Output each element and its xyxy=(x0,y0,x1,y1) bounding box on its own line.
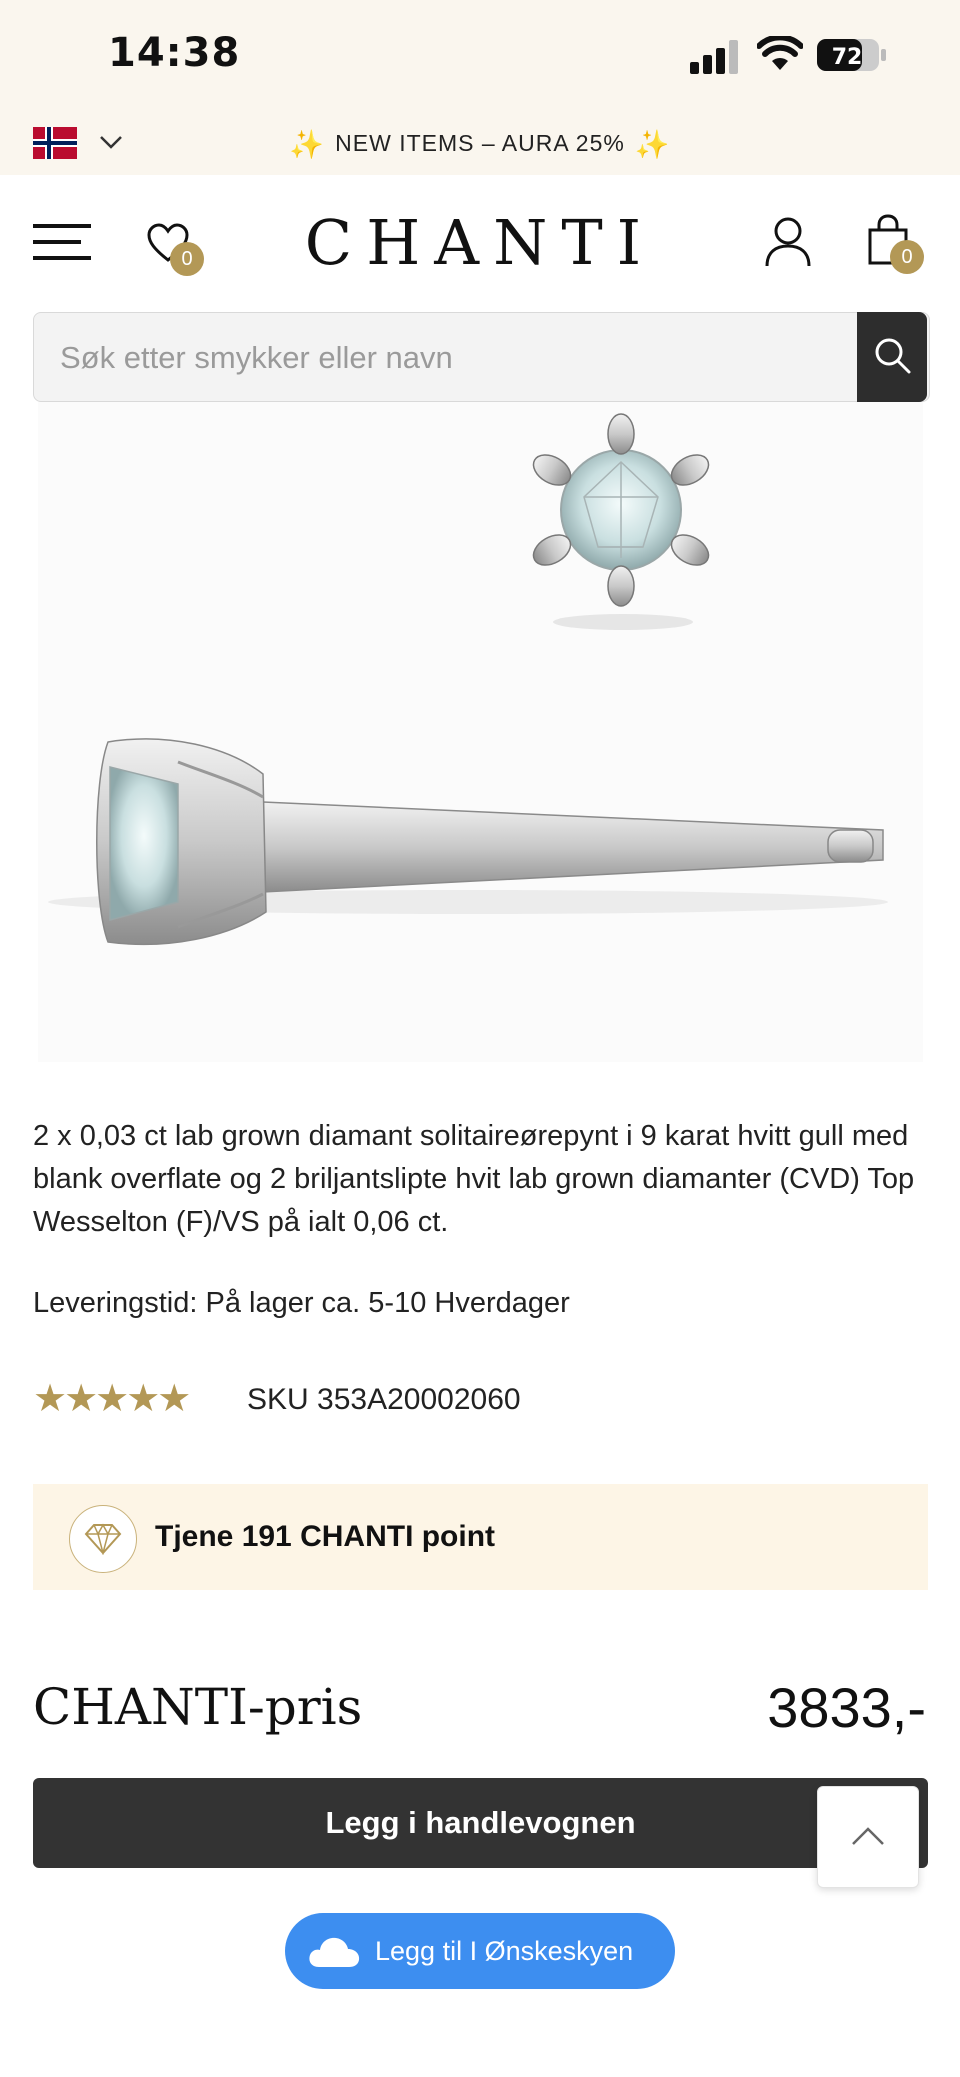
cloud-icon xyxy=(309,1937,360,1967)
promo-banner[interactable]: ✨ NEW ITEMS – AURA 25% ✨ xyxy=(0,128,960,161)
sparkle-icon: ✨ xyxy=(289,129,326,160)
wishlist-cloud-button[interactable]: Legg til I Ønskeskyen xyxy=(285,1913,675,1989)
user-icon[interactable] xyxy=(764,216,812,268)
cart-count-badge: 0 xyxy=(890,240,924,274)
price-value: 3833,- xyxy=(767,1676,926,1739)
search-icon xyxy=(875,338,911,374)
wifi-icon xyxy=(757,36,803,70)
earring-illustration xyxy=(48,413,888,946)
battery-icon: 72 xyxy=(817,39,886,71)
points-text: Tjene 191 CHANTI point xyxy=(155,1520,496,1553)
search-button[interactable] xyxy=(857,312,927,402)
rating-stars[interactable]: ★★★★★ xyxy=(33,1376,191,1421)
product-image[interactable] xyxy=(38,402,923,1062)
search-bar xyxy=(33,312,930,403)
sparkle-icon: ✨ xyxy=(634,129,671,160)
status-bar: 14:38 72 xyxy=(0,0,960,115)
diamond-icon-badge xyxy=(69,1505,137,1573)
status-time: 14:38 xyxy=(108,30,241,76)
price-label: CHANTI-pris xyxy=(33,1678,363,1736)
promo-text: NEW ITEMS – AURA 25% xyxy=(335,130,625,156)
add-to-cart-button[interactable]: Legg i handlevognen xyxy=(33,1778,928,1868)
product-description: 2 x 0,03 ct lab grown diamant solitaireø… xyxy=(33,1120,915,1238)
arrow-up-icon xyxy=(852,1827,884,1845)
battery-level: 72 xyxy=(832,45,863,70)
chanti-logo[interactable]: CHANTI xyxy=(0,206,960,279)
wishlist-cloud-label: Legg til I Ønskeskyen xyxy=(375,1936,634,1966)
scroll-to-top-button[interactable] xyxy=(817,1786,919,1888)
cellular-signal-icon xyxy=(690,40,738,74)
diamond-icon xyxy=(84,1523,122,1555)
product-sku: SKU 353A20002060 xyxy=(247,1383,521,1416)
search-input[interactable] xyxy=(58,313,862,403)
delivery-time: Leveringstid: På lager ca. 5-10 Hverdage… xyxy=(33,1287,570,1319)
